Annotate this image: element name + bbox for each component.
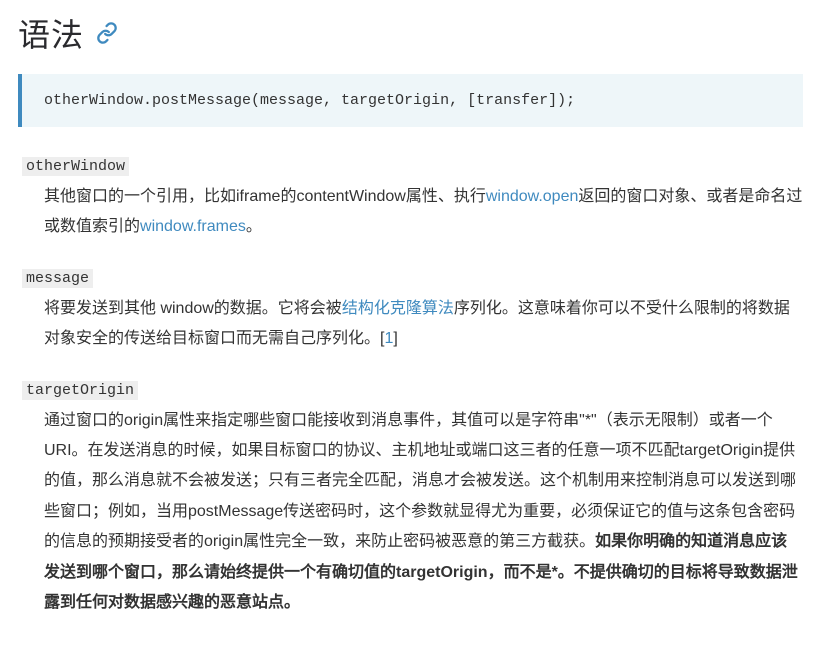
param-description: 通过窗口的origin属性来指定哪些窗口能接收到消息事件，其值可以是字符串"*"… — [44, 406, 803, 619]
syntax-code-block: otherWindow.postMessage(message, targetO… — [18, 74, 803, 127]
param-otherwindow: otherWindow 其他窗口的一个引用，比如iframe的contentWi… — [22, 157, 803, 243]
section-heading: 语法 — [18, 10, 803, 56]
heading-title: 语法 — [18, 10, 84, 56]
inline-link[interactable]: 结构化克隆算法 — [342, 300, 454, 317]
param-term: targetOrigin — [22, 381, 138, 400]
param-description: 将要发送到其他 window的数据。它将会被结构化克隆算法序列化。这意味着你可以… — [44, 294, 803, 355]
text-segment: 将要发送到其他 window的数据。它将会被 — [44, 300, 342, 317]
param-targetorigin: targetOrigin 通过窗口的origin属性来指定哪些窗口能接收到消息事… — [22, 381, 803, 619]
text-segment: 。 — [246, 218, 262, 235]
parameter-list: otherWindow 其他窗口的一个引用，比如iframe的contentWi… — [22, 157, 803, 618]
inline-link[interactable]: window.frames — [140, 218, 246, 235]
text-segment: 其他窗口的一个引用，比如iframe的contentWindow属性、执行 — [44, 188, 486, 205]
param-term: message — [22, 269, 93, 288]
anchor-link-icon[interactable] — [96, 22, 118, 44]
param-description: 其他窗口的一个引用，比如iframe的contentWindow属性、执行win… — [44, 182, 803, 243]
param-message: message 将要发送到其他 window的数据。它将会被结构化克隆算法序列化… — [22, 269, 803, 355]
param-term: otherWindow — [22, 157, 129, 176]
text-segment: 通过窗口的origin属性来指定哪些窗口能接收到消息事件，其值可以是字符串"*"… — [44, 412, 796, 551]
text-segment: ] — [393, 330, 397, 347]
inline-link[interactable]: window.open — [486, 188, 579, 205]
